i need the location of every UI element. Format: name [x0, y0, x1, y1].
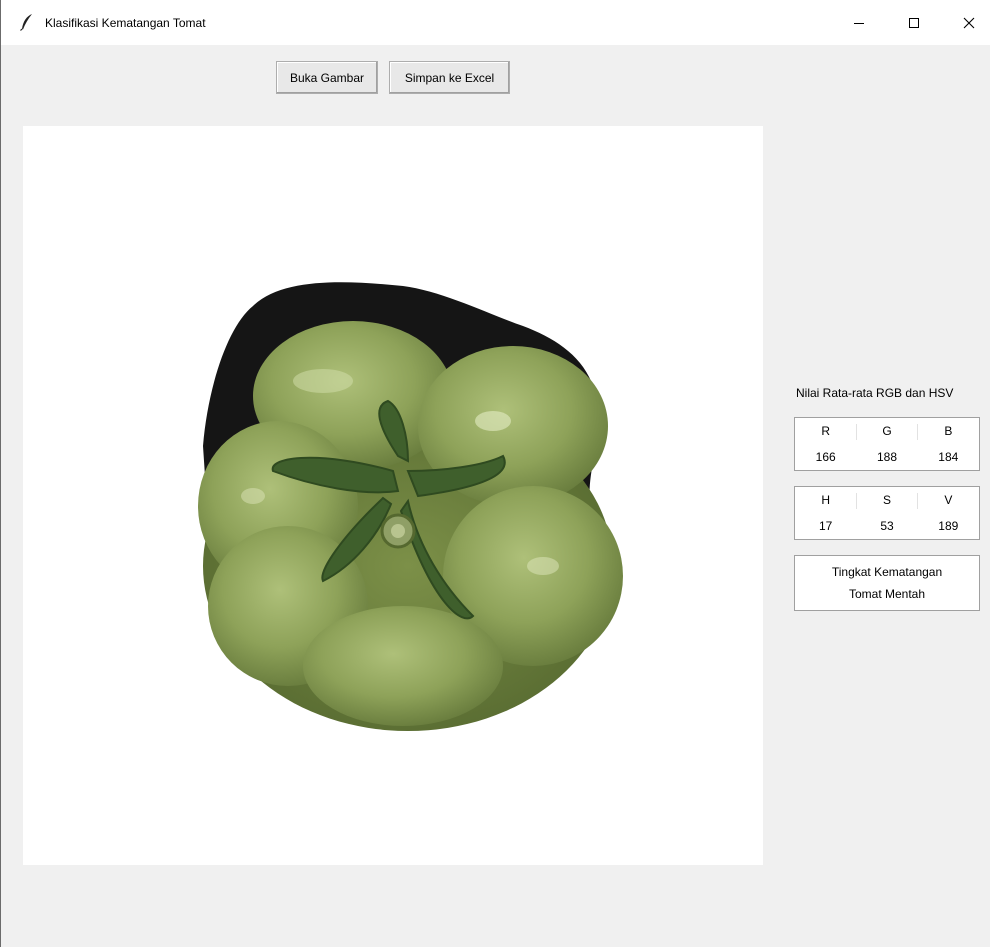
hsv-value-v: 189: [938, 519, 959, 533]
tomato-photo: [198, 282, 623, 731]
hsv-value-s: 53: [880, 519, 894, 533]
rgb-value-r: 166: [815, 450, 836, 464]
hsv-value-h: 17: [818, 519, 833, 533]
minimize-button[interactable]: [836, 0, 882, 45]
window-title: Klasifikasi Kematangan Tomat: [45, 16, 206, 30]
rgb-header-r: R: [821, 424, 830, 438]
hsv-header-h: H: [821, 493, 830, 507]
rgb-header-b: B: [944, 424, 953, 438]
hsv-table: H S V 17 53 189: [794, 486, 980, 540]
image-preview: [23, 126, 763, 865]
app-window: Klasifikasi Kematangan Tomat Buka Gambar…: [0, 0, 990, 947]
panel-title: Nilai Rata-rata RGB dan HSV: [796, 386, 954, 400]
hsv-header-v: V: [944, 493, 953, 507]
hsv-header-s: S: [856, 487, 918, 513]
maximize-button[interactable]: [891, 0, 937, 45]
title-bar[interactable]: Klasifikasi Kematangan Tomat: [1, 0, 990, 45]
rgb-table: R G B 166 188 184: [794, 417, 980, 471]
ripeness-result: Tingkat Kematangan Tomat Mentah: [794, 555, 980, 611]
maximize-icon: [908, 17, 920, 29]
open-image-button[interactable]: Buka Gambar: [276, 61, 378, 94]
rgb-header-g: G: [856, 418, 918, 444]
rgb-value-b: 184: [938, 450, 959, 464]
feather-icon: [19, 13, 35, 31]
rgb-value-g: 188: [876, 450, 897, 464]
minimize-icon: [853, 17, 865, 29]
save-to-excel-button[interactable]: Simpan ke Excel: [389, 61, 510, 94]
close-icon: [963, 17, 975, 29]
close-button[interactable]: [946, 0, 990, 45]
ripeness-value: Tomat Mentah: [848, 587, 926, 601]
ripeness-label: Tingkat Kematangan: [831, 565, 943, 579]
